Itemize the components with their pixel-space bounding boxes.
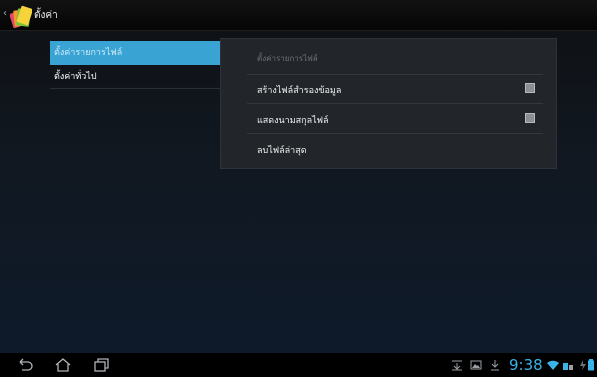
header-item-general-settings[interactable]: ตั้งค่าทั่วไป bbox=[50, 65, 220, 89]
header-item-label: ตั้งค่ารายการไฟล์ bbox=[54, 48, 123, 58]
wifi-icon bbox=[547, 360, 559, 370]
home-icon[interactable] bbox=[54, 357, 72, 373]
pref-create-backup[interactable]: สร้างไฟล์สำรองข้อมูล bbox=[247, 75, 543, 104]
gallery-icon[interactable] bbox=[470, 359, 482, 371]
pref-label: สร้างไฟล์สำรองข้อมูล bbox=[257, 86, 342, 96]
settings-content: ตั้งค่ารายการไฟล์ ตั้งค่าทั่วไป ตั้งค่าร… bbox=[0, 31, 597, 353]
create-backup-checkbox[interactable] bbox=[525, 83, 535, 93]
battery-icon bbox=[588, 359, 594, 371]
status-clock[interactable]: 9:38 bbox=[509, 356, 543, 374]
pref-clear-recent-files[interactable]: ลบไฟล์ล่าสุด bbox=[247, 135, 543, 164]
download-icon[interactable] bbox=[489, 359, 501, 371]
settings-headers-list: ตั้งค่ารายการไฟล์ ตั้งค่าทั่วไป bbox=[50, 41, 220, 89]
settings-app-icon[interactable] bbox=[10, 3, 32, 29]
download-manager-icon[interactable] bbox=[451, 359, 463, 371]
up-caret-icon[interactable]: ‹ bbox=[3, 8, 7, 19]
header-item-file-list-settings[interactable]: ตั้งค่ารายการไฟล์ bbox=[50, 41, 220, 65]
pref-label: ลบไฟล์ล่าสุด bbox=[257, 146, 307, 156]
detail-heading: ตั้งค่ารายการไฟล์ bbox=[257, 54, 318, 63]
show-extension-checkbox[interactable] bbox=[525, 113, 535, 123]
battery-dock-icon bbox=[563, 363, 573, 370]
action-bar: ‹ ตั้งค่า bbox=[0, 0, 597, 31]
header-item-label: ตั้งค่าทั่วไป bbox=[54, 72, 97, 82]
pref-label: แสดงนามสกุลไฟล์ bbox=[257, 116, 329, 126]
back-icon[interactable] bbox=[16, 357, 34, 373]
settings-detail-panel: ตั้งค่ารายการไฟล์ สร้างไฟล์สำรองข้อมูล แ… bbox=[220, 38, 557, 169]
recent-apps-icon[interactable] bbox=[92, 357, 110, 373]
page-title: ตั้งค่า bbox=[34, 10, 58, 21]
system-bar: 9:38 bbox=[0, 353, 597, 377]
pref-show-file-extension[interactable]: แสดงนามสกุลไฟล์ bbox=[247, 105, 543, 134]
